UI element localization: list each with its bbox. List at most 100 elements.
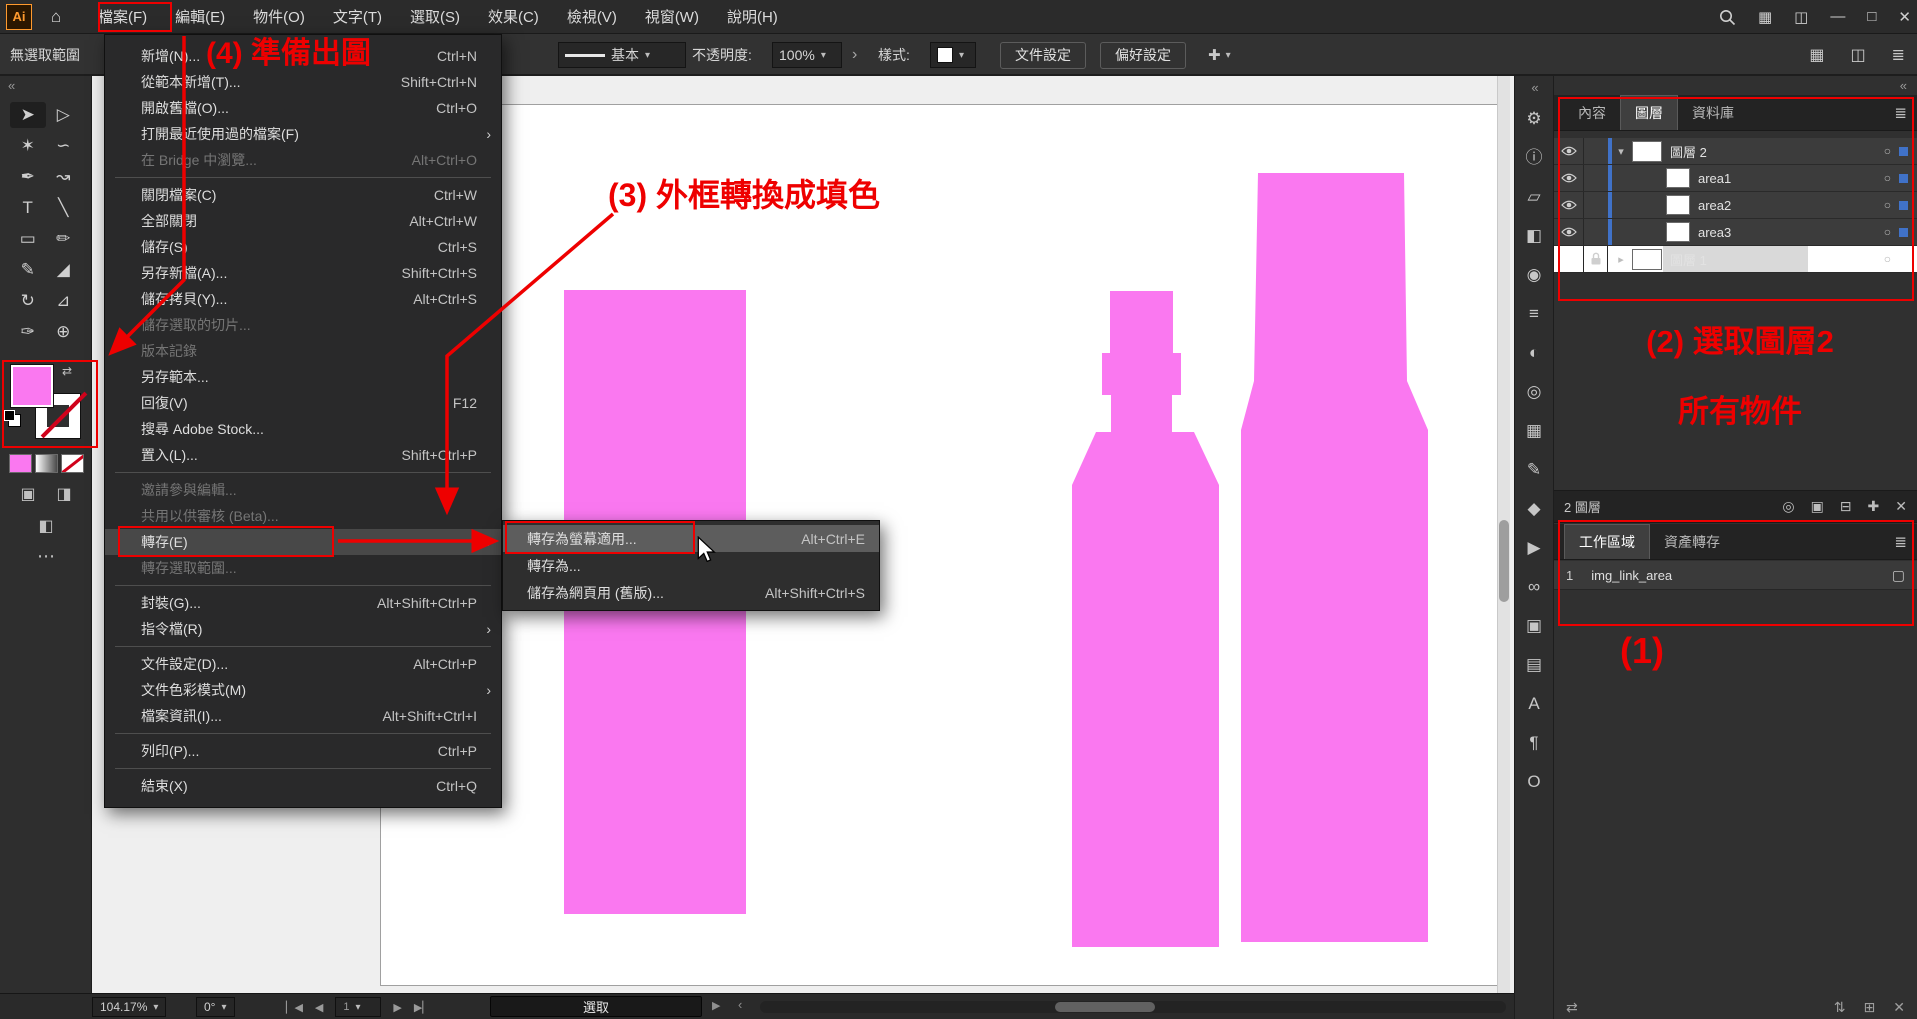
horizontal-scrollbar[interactable] — [760, 1001, 1506, 1013]
brushes-icon[interactable]: ✎ — [1527, 461, 1541, 478]
layer-name[interactable]: area2 — [1698, 198, 1731, 213]
gradient-button[interactable] — [35, 454, 58, 473]
panel-tab[interactable]: 工作區域 — [1564, 524, 1650, 559]
layer-thumbnail[interactable] — [1666, 168, 1690, 188]
menubar-item[interactable]: 說明(H) — [713, 0, 792, 33]
file-menu-item[interactable]: 儲存選取的切片... › — [105, 312, 501, 338]
menubar-item[interactable]: 效果(C) — [474, 0, 553, 33]
new-layer-icon[interactable]: ✚ — [1868, 498, 1880, 515]
opacity-dropdown[interactable]: 100% ▾ — [772, 42, 842, 68]
character-icon[interactable]: A — [1528, 695, 1539, 712]
file-menu-item[interactable]: 新增(N)... Ctrl+N › — [105, 43, 501, 69]
line-tool[interactable]: ╲ — [46, 195, 82, 221]
panel-columns-icon[interactable]: ◫ — [1850, 45, 1865, 65]
layer-expand-icon[interactable] — [1612, 253, 1630, 266]
swatches-icon[interactable]: ▦ — [1526, 422, 1542, 439]
preferences-button[interactable]: 偏好設定 — [1100, 42, 1186, 69]
artboard-number-dropdown[interactable]: 1 ▾ — [335, 997, 381, 1017]
resize-panel-icon[interactable]: ⇄ — [1566, 999, 1578, 1016]
file-menu-item[interactable]: 置入(L)... Shift+Ctrl+P › — [105, 442, 501, 468]
file-menu-item[interactable]: 邀請參與編輯... › — [105, 477, 501, 503]
layer-row[interactable]: area2 ○ — [1554, 192, 1917, 219]
horizontal-scrollbar-thumb[interactable] — [1055, 1002, 1155, 1012]
zoom-tool[interactable]: ⊕ — [46, 319, 82, 345]
file-menu-item[interactable]: 檔案資訊(I)... Alt+Shift+Ctrl+I › — [105, 703, 501, 729]
layer-target-icon[interactable]: ○ — [1884, 144, 1899, 158]
file-menu-item[interactable]: 在 Bridge 中瀏覽... Alt+Ctrl+O › — [105, 147, 501, 173]
default-fill-stroke-icon[interactable] — [8, 414, 21, 427]
layer-name[interactable]: 圖層 2 — [1670, 142, 1707, 161]
delete-artboard-icon[interactable]: ✕ — [1893, 999, 1905, 1016]
scale-tool[interactable]: ⊿ — [46, 288, 82, 314]
layer-expand-icon[interactable] — [1612, 145, 1630, 158]
delete-layer-icon[interactable]: ✕ — [1895, 498, 1907, 515]
screen-mode-icon[interactable]: ◧ — [0, 516, 92, 536]
zoom-level-dropdown[interactable]: 104.17% ▾ — [92, 997, 166, 1017]
eye-icon[interactable] — [1554, 219, 1584, 245]
paragraph-icon[interactable]: ¶ — [1529, 734, 1538, 751]
rotation-dropdown[interactable]: 0° ▾ — [196, 997, 235, 1017]
control-menu-icon[interactable]: ≣ — [1892, 45, 1905, 65]
rectangle-tool[interactable]: ▭ — [10, 226, 46, 252]
gradient-icon[interactable]: ◉ — [1527, 266, 1542, 283]
paintbrush-tool[interactable]: ✏ — [46, 226, 82, 252]
file-menu-item[interactable]: 轉存(E) › — [105, 529, 501, 555]
layer-name[interactable]: 圖層 1 — [1670, 250, 1707, 269]
status-back-chevron[interactable]: ‹ — [738, 997, 742, 1012]
actions-play-icon[interactable]: ▶ — [1527, 539, 1540, 556]
info-icon[interactable]: ⓘ — [1526, 149, 1543, 166]
file-menu-item[interactable]: 全部關閉 Alt+Ctrl+W › — [105, 208, 501, 234]
layer-row[interactable]: 圖層 2 ○ — [1554, 138, 1917, 165]
workspace-switcher-icon[interactable]: ▦ — [1758, 8, 1772, 26]
file-menu-item[interactable]: 關閉檔案(C) Ctrl+W › — [105, 182, 501, 208]
selection-tool[interactable]: ➤ — [10, 102, 46, 128]
workspace-grid-icon[interactable]: ▦ — [1809, 45, 1824, 65]
fill-color-swatch[interactable] — [10, 364, 54, 408]
appearance-icon[interactable]: ◎ — [1527, 383, 1542, 400]
layer-target-icon[interactable]: ○ — [1884, 252, 1899, 266]
rotate-tool[interactable]: ↻ — [10, 288, 46, 314]
first-artboard-icon[interactable]: ▏◀ — [286, 1001, 303, 1014]
properties-gear-icon[interactable]: ⚙ — [1526, 110, 1541, 127]
menubar-item[interactable]: 視窗(W) — [631, 0, 713, 33]
collapse-panels-icon[interactable]: « — [1900, 78, 1907, 93]
export-submenu-item[interactable]: 轉存為... — [503, 552, 879, 579]
file-menu-item[interactable]: 開啟舊檔(O)... Ctrl+O › — [105, 95, 501, 121]
pencil-tool[interactable]: ✎ — [10, 257, 46, 283]
file-menu-item[interactable]: 另存範本... › — [105, 364, 501, 390]
collapse-toolbar-icon[interactable]: « — [8, 78, 15, 93]
layer-target-icon[interactable]: ○ — [1884, 198, 1899, 212]
file-menu-item[interactable]: 從範本新增(T)... Shift+Ctrl+N › — [105, 69, 501, 95]
locate-object-icon[interactable]: ◎ — [1782, 498, 1794, 515]
stroke-style-dropdown[interactable]: 基本 ▾ — [558, 42, 686, 68]
file-menu-item[interactable]: 列印(P)... Ctrl+P › — [105, 738, 501, 764]
symbols-icon[interactable]: ◆ — [1527, 500, 1540, 517]
home-icon[interactable]: ⌂ — [42, 7, 70, 27]
layer-row[interactable]: 圖層 1 ○ — [1554, 246, 1917, 273]
layer-name[interactable]: area1 — [1698, 171, 1731, 186]
eyedropper-tool[interactable]: ✑ — [10, 319, 46, 345]
expand-panels-icon[interactable]: « — [1515, 80, 1555, 95]
document-setup-button[interactable]: 文件設定 — [1000, 42, 1086, 69]
layer-thumbnail[interactable] — [1632, 249, 1662, 270]
color-icon[interactable]: ◧ — [1526, 227, 1542, 244]
file-menu-item[interactable]: 指令檔(R) › — [105, 616, 501, 642]
direct-selection-tool[interactable]: ▷ — [46, 102, 82, 128]
last-artboard-icon[interactable]: ▶▏ — [414, 1001, 431, 1014]
file-menu-item[interactable]: 搜尋 Adobe Stock... › — [105, 416, 501, 442]
stroke-icon[interactable]: ≡ — [1529, 305, 1539, 322]
panel-tab[interactable]: 資產轉存 — [1650, 525, 1734, 559]
swap-fill-stroke-icon[interactable]: ⇄ — [62, 364, 72, 378]
file-menu-item[interactable]: 回復(V) F12 › — [105, 390, 501, 416]
export-submenu-item[interactable]: 儲存為網頁用 (舊版)... Alt+Shift+Ctrl+S — [503, 579, 879, 606]
panel-tab[interactable]: 圖層 — [1620, 95, 1678, 130]
lock-icon[interactable] — [1584, 246, 1608, 272]
menubar-item[interactable]: 文字(T) — [319, 0, 396, 33]
file-menu-item[interactable]: 共用以供審核 (Beta)... › — [105, 503, 501, 529]
transform-icon[interactable]: ▱ — [1527, 188, 1540, 205]
export-submenu-item[interactable]: 轉存為螢幕適用... Alt+Ctrl+E — [503, 525, 879, 552]
draw-behind-icon[interactable]: ◨ — [56, 484, 71, 504]
style-swatch-dropdown[interactable]: ▾ — [930, 42, 976, 68]
layer-name[interactable]: area3 — [1698, 225, 1731, 240]
layers-panel-menu-icon[interactable]: ≣ — [1894, 104, 1907, 122]
